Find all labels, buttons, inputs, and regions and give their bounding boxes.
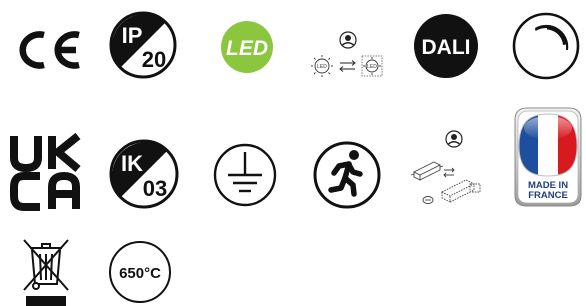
- led-replaceable-icon: LED LED: [311, 31, 383, 77]
- driver-replaceable-icon: [410, 130, 481, 204]
- glow-wire-text: 650°C: [119, 265, 161, 282]
- ik03-bottom-text: 03: [143, 176, 167, 201]
- exchange-arrows-icon: [443, 167, 455, 178]
- exchange-arrows-icon: [339, 60, 356, 72]
- led-right-label: LED: [367, 64, 377, 70]
- ukca-icon: [10, 132, 81, 211]
- driver-right-icon: [440, 179, 481, 203]
- technician-icon: [445, 130, 463, 148]
- earth-ground-icon: [213, 143, 277, 207]
- led-bulb-right-icon: LED: [361, 55, 383, 77]
- certification-icon-sheet: IP 20 LED LED LED DALI IK 03 MADE IN FRA…: [0, 0, 586, 306]
- ce-icon: [19, 31, 80, 69]
- led-bulb-left-icon: LED: [311, 55, 333, 77]
- led-text: LED: [226, 37, 268, 60]
- dali-icon: DALI: [414, 14, 478, 78]
- dimmable-icon: [512, 12, 580, 80]
- made-in-france-icon: MADE IN FRANCE: [514, 107, 582, 207]
- driver-left-icon: [410, 161, 444, 181]
- france-text: FRANCE: [528, 190, 568, 201]
- emergency-exit-icon: [313, 141, 381, 209]
- technician-icon: [339, 31, 357, 49]
- weee-bin-icon: [23, 239, 69, 306]
- dali-text: DALI: [422, 36, 471, 59]
- glow-wire-icon: 650°C: [109, 241, 171, 303]
- screw-icon: [422, 196, 434, 204]
- ip20-icon: IP 20: [109, 11, 177, 79]
- ip20-bottom-text: 20: [142, 47, 166, 72]
- ik03-icon: IK 03: [109, 139, 179, 209]
- ik03-top-text: IK: [121, 151, 143, 176]
- ip20-top-text: IP: [122, 23, 143, 48]
- led-left-label: LED: [317, 64, 327, 70]
- led-icon: LED: [221, 21, 273, 73]
